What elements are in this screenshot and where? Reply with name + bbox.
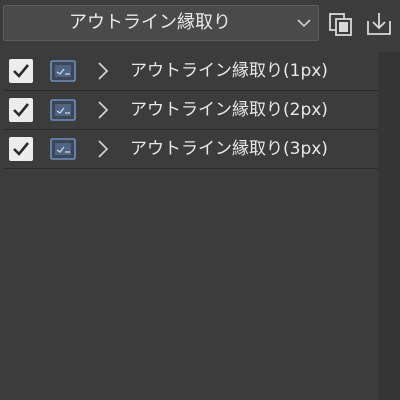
item-checkbox[interactable] — [9, 59, 33, 83]
checkmark-icon — [13, 142, 30, 156]
copy-set-button[interactable] — [327, 9, 357, 39]
checkmark-icon — [13, 64, 30, 78]
auto-action-icon — [50, 60, 76, 82]
auto-action-icon — [50, 138, 76, 160]
action-set-dropdown[interactable]: アウトライン縁取り — [3, 5, 319, 41]
list-item-label: アウトライン縁取り(1px) — [130, 61, 328, 81]
scrollbar-track[interactable] — [378, 52, 400, 400]
chevron-down-icon — [297, 19, 311, 28]
item-checkbox[interactable] — [9, 137, 33, 161]
auto-action-icon — [50, 99, 76, 121]
toolbar: アウトライン縁取り — [0, 0, 400, 50]
import-button[interactable] — [364, 9, 394, 39]
list-item[interactable]: アウトライン縁取り(1px) — [3, 52, 378, 91]
list-item[interactable]: アウトライン縁取り(3px) — [3, 130, 378, 169]
chevron-right-icon[interactable] — [95, 138, 111, 160]
list-item-label: アウトライン縁取り(3px) — [130, 139, 328, 159]
chevron-right-icon[interactable] — [95, 60, 111, 82]
action-list: アウトライン縁取り(1px) アウトライン縁取り(2px) アウトライン縁取り(… — [3, 52, 378, 169]
list-item[interactable]: アウトライン縁取り(2px) — [3, 91, 378, 130]
list-item-label: アウトライン縁取り(2px) — [130, 100, 328, 120]
action-set-dropdown-label: アウトライン縁取り — [69, 12, 231, 33]
import-download-icon — [367, 13, 391, 35]
item-checkbox[interactable] — [9, 98, 33, 122]
chevron-right-icon[interactable] — [95, 99, 111, 121]
auto-action-panel: アウトライン縁取り アウトライン縁取り(1px) アウトライン縁取り(2px) … — [0, 0, 400, 400]
copy-set-icon — [329, 13, 352, 36]
checkmark-icon — [13, 103, 30, 117]
